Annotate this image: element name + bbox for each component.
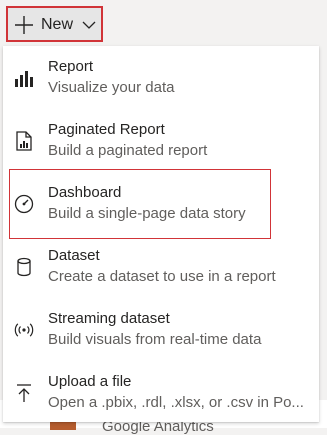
gauge-icon <box>13 193 35 215</box>
menu-item-title: Dashboard <box>48 184 122 201</box>
chevron-down-icon <box>81 17 97 33</box>
paginated-report-icon <box>13 130 35 152</box>
menu-item-dashboard[interactable]: Dashboard Build a single-page data story <box>3 172 319 234</box>
menu-item-report[interactable]: Report Visualize your data <box>3 46 319 108</box>
top-toolbar: New <box>0 0 327 50</box>
menu-item-description: Build visuals from real-time data <box>48 331 262 348</box>
new-button-label: New <box>41 16 74 33</box>
menu-item-description: Create a dataset to use in a report <box>48 268 276 285</box>
menu-item-upload-file[interactable]: Upload a file Open a .pbix, .rdl, .xlsx,… <box>3 361 319 422</box>
menu-item-title: Upload a file <box>48 373 132 390</box>
menu-item-title: Streaming dataset <box>48 310 170 327</box>
menu-item-description: Build a single-page data story <box>48 205 246 222</box>
upload-icon <box>13 382 35 404</box>
menu-item-description: Open a .pbix, .rdl, .xlsx, or .csv in Po… <box>48 394 304 411</box>
menu-item-title: Dataset <box>48 247 100 264</box>
menu-item-description: Build a paginated report <box>48 142 208 159</box>
menu-item-streaming-dataset[interactable]: Streaming dataset Build visuals from rea… <box>3 298 319 360</box>
new-button[interactable]: New <box>6 6 103 42</box>
menu-item-title: Paginated Report <box>48 121 165 138</box>
plus-icon <box>14 15 34 35</box>
database-icon <box>13 256 35 278</box>
menu-item-title: Report <box>48 58 94 75</box>
menu-item-dataset[interactable]: Dataset Create a dataset to use in a rep… <box>3 235 319 297</box>
menu-item-description: Visualize your data <box>48 79 175 96</box>
bar-chart-icon <box>13 67 35 89</box>
menu-item-paginated-report[interactable]: Paginated Report Build a paginated repor… <box>3 109 319 171</box>
new-dropdown-menu: Report Visualize your data Paginated Rep… <box>3 46 319 422</box>
broadcast-icon <box>13 319 35 341</box>
